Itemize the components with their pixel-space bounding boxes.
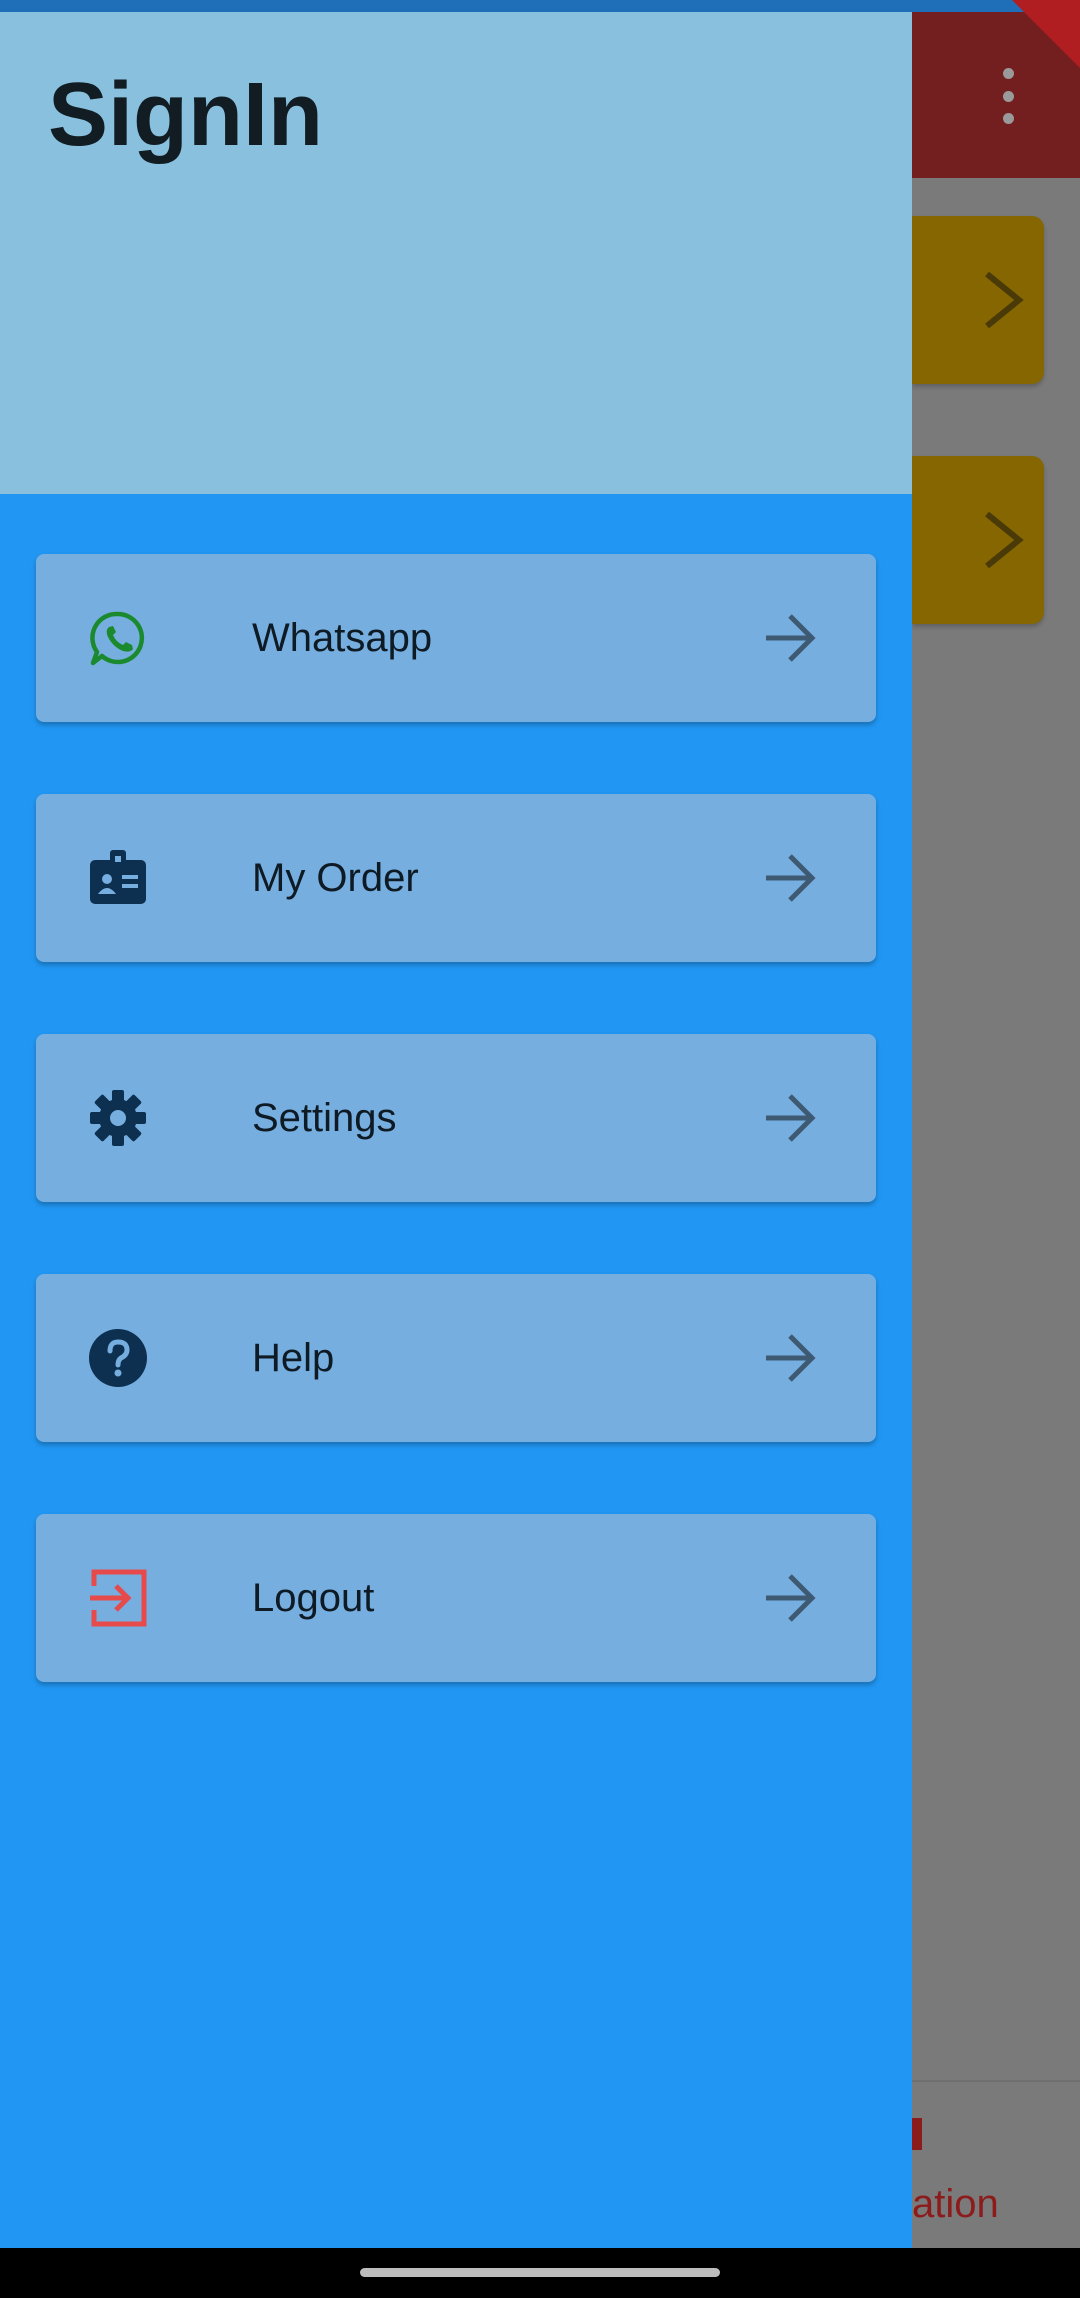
nav-icon[interactable]: [912, 2118, 922, 2150]
arrow-right-icon: [762, 1332, 818, 1384]
system-navigation-bar: [0, 2248, 1080, 2298]
menu-item-label: Whatsapp: [252, 616, 433, 660]
arrow-right-icon: [762, 1572, 818, 1624]
menu-item-label: Settings: [252, 1096, 397, 1140]
more-options-icon[interactable]: [1000, 68, 1016, 124]
whatsapp-icon: [88, 608, 148, 668]
arrow-right-icon: [762, 852, 818, 904]
arrow-right-icon: [762, 612, 818, 664]
badge-icon: [88, 848, 148, 908]
menu-item-label: Help: [252, 1336, 335, 1380]
background-card[interactable]: [912, 456, 1044, 624]
background-bottom-nav: ation: [912, 2080, 1080, 2250]
menu-item-settings[interactable]: Settings: [36, 1034, 876, 1202]
gear-icon: [88, 1088, 148, 1148]
menu-item-label: Logout: [252, 1576, 375, 1620]
background-card[interactable]: [912, 216, 1044, 384]
navigation-drawer: SignIn Whatsapp My Order Settings Help L…: [0, 12, 912, 2248]
drawer-title: SignIn: [48, 65, 323, 165]
menu-item-label: My Order: [252, 856, 419, 900]
chevron-right-icon: [985, 271, 1024, 329]
help-icon: [88, 1328, 148, 1388]
nav-label[interactable]: ation: [912, 2182, 999, 2227]
status-bar: [0, 0, 1080, 12]
chevron-right-icon: [985, 511, 1024, 569]
arrow-right-icon: [762, 1092, 818, 1144]
debug-banner: [1012, 0, 1080, 68]
home-gesture-handle[interactable]: [360, 2268, 720, 2277]
menu-item-logout[interactable]: Logout: [36, 1514, 876, 1682]
menu-item-help[interactable]: Help: [36, 1274, 876, 1442]
menu-item-my-order[interactable]: My Order: [36, 794, 876, 962]
menu-item-whatsapp[interactable]: Whatsapp: [36, 554, 876, 722]
logout-icon: [88, 1568, 148, 1628]
drawer-header: SignIn: [0, 12, 912, 494]
